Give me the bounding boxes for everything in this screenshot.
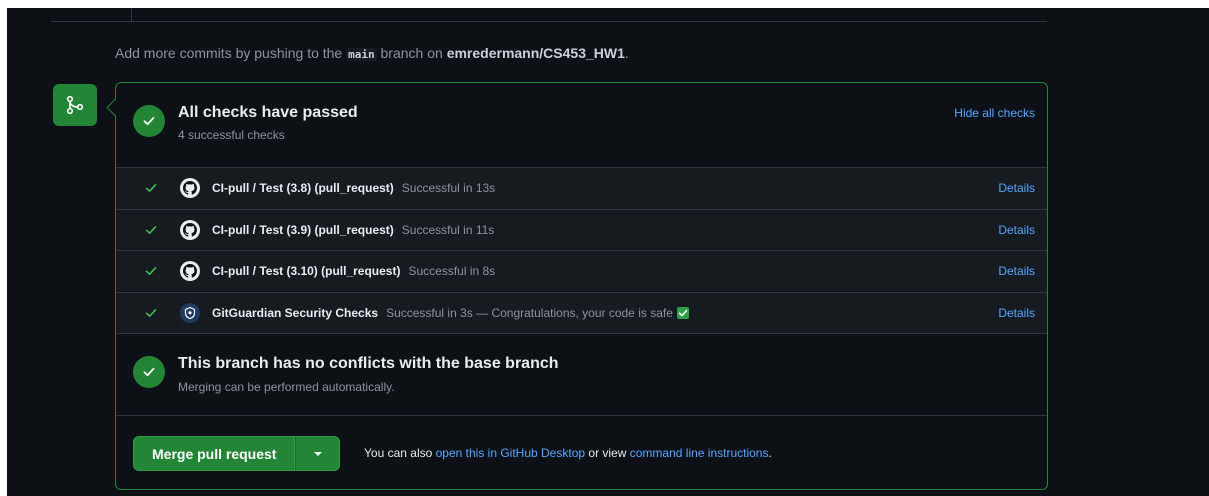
check-row-gitguardian: GitGuardian Security Checks Successful in… xyxy=(116,291,1047,333)
pull-request-merge-area: Add more commits by pushing to the main … xyxy=(7,8,1209,496)
check-name-text: GitGuardian Security Checks xyxy=(212,305,379,320)
details-link[interactable]: Details xyxy=(998,264,1035,278)
git-pull-request-icon xyxy=(66,95,84,115)
check-status: Successful in 8s xyxy=(408,264,496,278)
check-name: CI-pull / Test (3.8) (pull_request) Succe… xyxy=(212,181,495,195)
details-link[interactable]: Details xyxy=(998,306,1035,320)
check-icon xyxy=(145,267,157,275)
git-merge-icon xyxy=(53,84,97,126)
check-row-test-3-8: CI-pull / Test (3.8) (pull_request) Succe… xyxy=(116,167,1047,209)
also-prefix: You can also xyxy=(364,446,433,460)
branch-name: main xyxy=(346,48,377,61)
push-commits-note: Add more commits by pushing to the main … xyxy=(115,45,629,61)
conflicts-summary: This branch has no conflicts with the ba… xyxy=(116,333,1047,417)
merge-pull-request-button[interactable]: Merge pull request xyxy=(133,436,296,471)
checks-title: All checks have passed xyxy=(178,104,358,121)
check-name: CI-pull / Test (3.9) (pull_request) Succe… xyxy=(212,223,494,237)
open-in-github-desktop-link[interactable]: open this in GitHub Desktop xyxy=(436,446,585,460)
hide-all-checks-link[interactable]: Hide all checks xyxy=(954,106,1035,120)
push-note-middle: branch on xyxy=(380,45,443,61)
no-conflicts-icon xyxy=(133,356,165,388)
check-status: Successful in 13s xyxy=(401,181,496,195)
github-icon xyxy=(180,219,200,240)
check-row-test-3-10: CI-pull / Test (3.10) (pull_request) Succ… xyxy=(116,250,1047,292)
checks-count: 4 successful checks xyxy=(178,128,285,142)
caret-down-icon xyxy=(313,451,322,456)
conflicts-title: This branch has no conflicts with the ba… xyxy=(178,355,559,372)
check-icon xyxy=(145,184,157,192)
timeline-line xyxy=(131,8,132,22)
checks-list: CI-pull / Test (3.8) (pull_request) Succe… xyxy=(116,167,1047,333)
merge-options-dropdown[interactable] xyxy=(295,436,341,471)
timeline-divider xyxy=(51,8,1047,22)
or-view-text: or view xyxy=(588,446,627,460)
check-mark-emoji-icon xyxy=(676,306,689,319)
check-name: GitGuardian Security Checks Successful in… xyxy=(212,306,689,320)
github-icon xyxy=(180,261,200,281)
merge-alternatives-text: You can also open this in GitHub Desktop… xyxy=(364,446,772,460)
checks-passed-icon xyxy=(133,105,165,137)
check-status: Successful in 3s — Congratulations, your… xyxy=(386,305,673,320)
checks-summary: All checks have passed 4 successful chec… xyxy=(116,83,1047,167)
check-name-text: CI-pull / Test (3.9) (pull_request) xyxy=(212,222,394,237)
also-suffix: . xyxy=(768,446,772,460)
push-note-prefix: Add more commits by pushing to the xyxy=(115,45,343,61)
check-name-text: CI-pull / Test (3.8) (pull_request) xyxy=(212,181,394,195)
push-note-suffix: . xyxy=(624,45,629,61)
merge-button-group: Merge pull request xyxy=(133,436,341,471)
check-name: CI-pull / Test (3.10) (pull_request) Succ… xyxy=(212,264,495,278)
check-icon xyxy=(145,225,157,234)
details-link[interactable]: Details xyxy=(998,223,1035,237)
merge-actions: Merge pull request You can also open thi… xyxy=(116,415,1047,489)
merge-status-panel: All checks have passed 4 successful chec… xyxy=(115,82,1048,490)
check-row-test-3-9: CI-pull / Test (3.9) (pull_request) Succe… xyxy=(116,208,1047,250)
details-link[interactable]: Details xyxy=(998,181,1035,195)
check-icon xyxy=(145,308,157,317)
check-status: Successful in 11s xyxy=(401,222,495,237)
github-icon xyxy=(180,178,200,198)
command-line-instructions-link[interactable]: command line instructions xyxy=(630,446,769,460)
check-name-text: CI-pull / Test (3.10) (pull_request) xyxy=(212,264,401,278)
repo-name: emredermann/CS453_HW1 xyxy=(446,45,625,61)
gitguardian-icon xyxy=(180,302,200,323)
conflicts-subtitle: Merging can be performed automatically. xyxy=(178,380,395,394)
